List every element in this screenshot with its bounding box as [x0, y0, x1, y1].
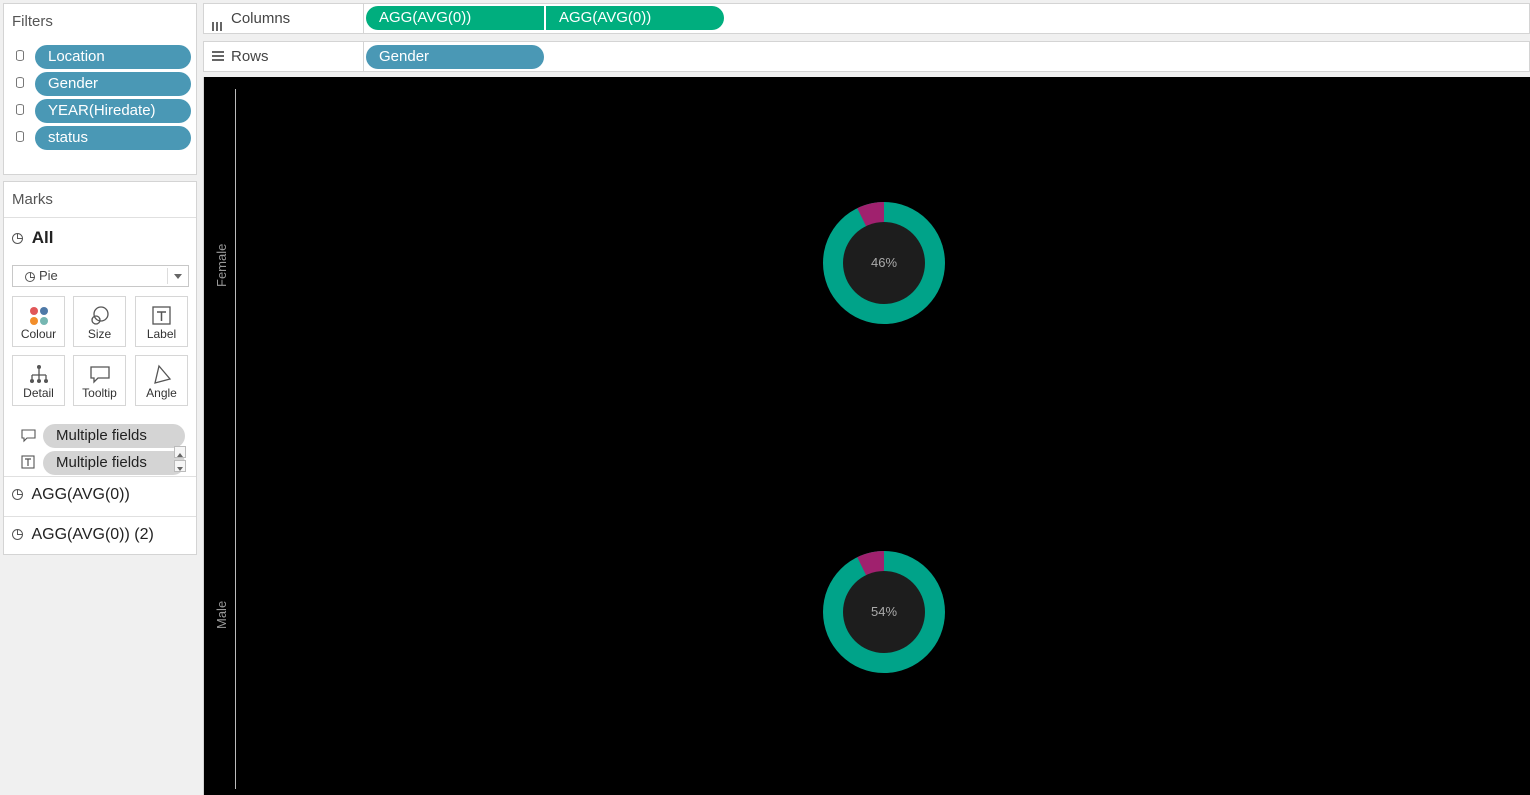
- fields-scrollbar[interactable]: [174, 446, 188, 476]
- database-icon: [16, 50, 24, 61]
- columns-shelf-label: Columns: [204, 4, 364, 33]
- rows-pill-gender[interactable]: Gender: [366, 45, 544, 69]
- divider: [4, 476, 196, 477]
- field-pill[interactable]: Multiple fields: [43, 451, 185, 475]
- filter-location[interactable]: Location: [4, 45, 198, 69]
- filters-panel: Filters Location Gender YEAR(Hiredate) s…: [3, 3, 197, 175]
- row-axis-line: [235, 89, 236, 789]
- speech-bubble-icon: [21, 429, 36, 443]
- pie-icon: [12, 529, 23, 541]
- row-header-female[interactable]: Female: [214, 244, 229, 287]
- colour-label: Colour: [20, 327, 57, 341]
- angle-button[interactable]: Angle: [135, 355, 188, 406]
- scroll-down-icon[interactable]: [174, 460, 186, 472]
- measure-card-1[interactable]: AGG(AVG(0)): [12, 486, 130, 504]
- rows-shelf-label: Rows: [204, 42, 364, 71]
- tooltip-button[interactable]: Tooltip: [73, 355, 126, 406]
- columns-icon: [212, 12, 224, 41]
- rows-label: Rows: [231, 48, 269, 65]
- filter-status[interactable]: status: [4, 126, 198, 150]
- colour-button[interactable]: Colour: [12, 296, 65, 347]
- colour-icon: [13, 297, 64, 327]
- chevron-down-icon[interactable]: [174, 274, 182, 279]
- viz-canvas: Female Male 46% 54%: [203, 77, 1530, 795]
- tooltip-label: Tooltip: [82, 386, 117, 400]
- detail-label: Detail: [23, 386, 54, 400]
- pie-icon: [12, 489, 23, 501]
- marks-title: Marks: [12, 191, 53, 208]
- measure-label: AGG(AVG(0)) (2): [31, 526, 154, 543]
- donut-center-label: 46%: [843, 222, 925, 304]
- filter-pill[interactable]: Location: [35, 45, 191, 69]
- filter-pill[interactable]: YEAR(Hiredate): [35, 99, 191, 123]
- donut-center-label: 54%: [843, 571, 925, 653]
- divider: [4, 217, 196, 218]
- filter-pill[interactable]: Gender: [35, 72, 191, 96]
- columns-shelf[interactable]: Columns AGG(AVG(0)) AGG(AVG(0)): [203, 3, 1530, 34]
- measure-label: AGG(AVG(0)): [31, 486, 130, 503]
- divider: [167, 268, 168, 284]
- speech-bubble-icon: [74, 356, 125, 386]
- label-field[interactable]: Multiple fields: [18, 451, 193, 475]
- columns-pill-2[interactable]: AGG(AVG(0)): [546, 6, 724, 30]
- pie-icon: [12, 233, 23, 245]
- rows-icon: [212, 51, 224, 63]
- angle-label: Angle: [146, 386, 177, 400]
- filters-title: Filters: [12, 13, 53, 30]
- columns-label: Columns: [231, 10, 291, 27]
- donut-male[interactable]: 54%: [822, 550, 946, 674]
- pie-icon: [25, 271, 35, 282]
- label-label: Label: [146, 327, 177, 341]
- marks-all-label: All: [31, 228, 54, 247]
- divider: [4, 516, 196, 517]
- marks-panel: Marks All Pie Colour Size Label Detail T…: [3, 181, 197, 555]
- donut-female[interactable]: 46%: [822, 201, 946, 325]
- detail-button[interactable]: Detail: [12, 355, 65, 406]
- columns-pill-1[interactable]: AGG(AVG(0)): [366, 6, 544, 30]
- tooltip-field[interactable]: Multiple fields: [18, 424, 193, 448]
- text-t-icon: [136, 297, 187, 327]
- mark-type-value: Pie: [39, 268, 58, 283]
- mark-type-dropdown[interactable]: Pie: [12, 265, 189, 287]
- size-icon: [74, 297, 125, 327]
- marks-all-card[interactable]: All: [12, 228, 53, 248]
- database-icon: [16, 131, 24, 142]
- filter-year-hiredate[interactable]: YEAR(Hiredate): [4, 99, 198, 123]
- detail-hierarchy-icon: [13, 356, 64, 386]
- filter-pill[interactable]: status: [35, 126, 191, 150]
- measure-card-2[interactable]: AGG(AVG(0)) (2): [12, 526, 154, 544]
- angle-icon: [136, 356, 187, 386]
- database-icon: [16, 77, 24, 88]
- text-t-icon: [21, 455, 35, 469]
- label-button[interactable]: Label: [135, 296, 188, 347]
- database-icon: [16, 104, 24, 115]
- size-label: Size: [87, 327, 112, 341]
- rows-shelf[interactable]: Rows Gender: [203, 41, 1530, 72]
- row-header-male[interactable]: Male: [214, 601, 229, 629]
- filter-gender[interactable]: Gender: [4, 72, 198, 96]
- field-pill[interactable]: Multiple fields: [43, 424, 185, 448]
- scroll-up-icon[interactable]: [174, 446, 186, 458]
- size-button[interactable]: Size: [73, 296, 126, 347]
